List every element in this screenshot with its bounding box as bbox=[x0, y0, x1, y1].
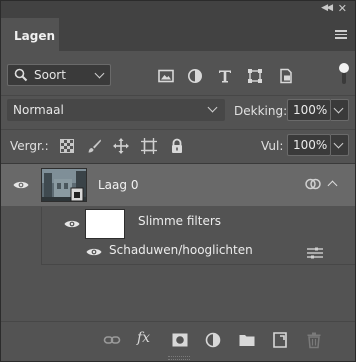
new-layer-icon[interactable] bbox=[271, 331, 289, 349]
lock-artboard-icon[interactable] bbox=[141, 138, 157, 154]
filter-kind-label: Soort bbox=[34, 68, 66, 82]
filter-toggle-switch[interactable] bbox=[339, 63, 349, 85]
layers-list: Laag 0 Slimme filters Schaduwen/hooglich… bbox=[1, 163, 355, 321]
opacity-label: Dekking: bbox=[234, 104, 288, 118]
lock-all-icon[interactable] bbox=[169, 138, 185, 154]
smart-object-filter-icon[interactable] bbox=[278, 68, 294, 84]
smart-filter-link-icon[interactable] bbox=[305, 177, 321, 191]
new-adjustment-icon[interactable] bbox=[204, 331, 222, 349]
blend-row: Normaal Dekking: 100% bbox=[1, 95, 355, 125]
fill-dropdown-button[interactable] bbox=[331, 134, 349, 156]
adjustment-filter-icon[interactable] bbox=[187, 68, 203, 84]
type-filter-icon[interactable] bbox=[217, 68, 233, 84]
chevron-down-icon bbox=[333, 103, 344, 114]
filter-mask-thumbnail[interactable] bbox=[85, 209, 125, 239]
fill-input[interactable]: 100% bbox=[287, 134, 331, 156]
smart-filters-row[interactable]: Slimme filters bbox=[1, 207, 355, 239]
tab-layers[interactable]: Lagen bbox=[1, 18, 59, 51]
panel-menu-icon[interactable] bbox=[335, 30, 347, 39]
add-mask-icon[interactable] bbox=[171, 331, 189, 349]
filter-blending-options-icon[interactable] bbox=[306, 246, 324, 260]
layers-panel: ◀◀ ✕ Lagen Soort Normaal Dekking: 100% V… bbox=[0, 0, 356, 362]
collapse-effects-chevron-icon[interactable] bbox=[327, 180, 338, 191]
shape-filter-icon[interactable] bbox=[247, 68, 263, 84]
lock-image-pixels-icon[interactable] bbox=[86, 138, 102, 154]
filter-visibility-eye-icon[interactable] bbox=[86, 247, 102, 257]
fill-label: Vul: bbox=[261, 139, 284, 153]
search-icon bbox=[14, 68, 28, 82]
link-layers-icon[interactable] bbox=[103, 331, 121, 349]
lock-position-icon[interactable] bbox=[113, 138, 129, 154]
layer-filter-row: Soort bbox=[1, 59, 355, 91]
fx-icon[interactable]: fx bbox=[137, 330, 150, 346]
new-group-icon[interactable] bbox=[238, 331, 256, 349]
collapse-panel-icon[interactable]: ◀◀ bbox=[321, 3, 333, 13]
panel-tab-bar: Lagen bbox=[1, 18, 355, 51]
lock-transparent-pixels-icon[interactable] bbox=[59, 138, 75, 154]
panel-top-strip: ◀◀ ✕ bbox=[1, 1, 355, 18]
smart-filters-label: Slimme filters bbox=[138, 214, 222, 228]
chevron-down-icon bbox=[207, 102, 218, 113]
close-panel-icon[interactable]: ✕ bbox=[338, 2, 347, 15]
opacity-value: 100% bbox=[293, 103, 328, 117]
panel-footer-toolbar: fx bbox=[1, 321, 355, 361]
fill-value: 100% bbox=[293, 138, 328, 152]
filter-kind-select[interactable]: Soort bbox=[7, 64, 111, 86]
layer-name[interactable]: Laag 0 bbox=[98, 178, 138, 192]
image-filter-icon[interactable] bbox=[158, 68, 174, 84]
resize-grip[interactable] bbox=[168, 356, 190, 360]
tree-line bbox=[41, 264, 355, 265]
opacity-input[interactable]: 100% bbox=[287, 99, 331, 121]
trash-icon[interactable] bbox=[305, 331, 323, 349]
lock-row: Vergr.: Vul: 100% bbox=[1, 129, 355, 161]
smart-filters-visibility-eye-icon[interactable] bbox=[64, 219, 80, 229]
layer-thumbnail-image bbox=[42, 169, 86, 201]
visibility-eye-icon[interactable] bbox=[13, 180, 29, 190]
blend-mode-value: Normaal bbox=[13, 103, 64, 117]
layer-thumbnail[interactable] bbox=[41, 168, 87, 202]
opacity-dropdown-button[interactable] bbox=[331, 99, 349, 121]
blend-mode-select[interactable]: Normaal bbox=[7, 99, 225, 121]
layer-row[interactable]: Laag 0 bbox=[1, 164, 355, 206]
chevron-down-icon bbox=[94, 68, 105, 79]
chevron-down-icon bbox=[333, 138, 344, 149]
smart-filter-name[interactable]: Schaduwen/hooglichten bbox=[109, 243, 253, 257]
smart-filter-item[interactable]: Schaduwen/hooglichten bbox=[1, 241, 355, 263]
lock-label: Vergr.: bbox=[10, 139, 49, 153]
